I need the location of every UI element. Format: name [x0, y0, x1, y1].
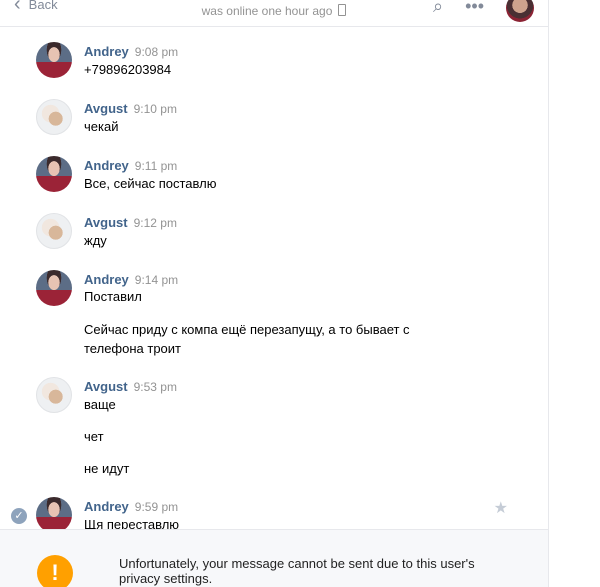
message-text: Поставил	[84, 289, 142, 304]
phone-icon	[338, 4, 347, 16]
message-text: Сейчас приду с компа ещё перезапущу, а т…	[84, 322, 410, 337]
avatar[interactable]	[36, 270, 72, 306]
author-name[interactable]: Andrey	[84, 499, 129, 514]
message-text: ваще	[84, 397, 116, 412]
message-time: 9:12 pm	[133, 216, 177, 230]
search-icon[interactable]: ⌕	[433, 0, 443, 17]
avatar[interactable]	[36, 213, 72, 249]
star-icon[interactable]: ★	[494, 498, 508, 518]
message-time: 9:08 pm	[134, 45, 179, 59]
notice-line: Unfortunately, your message cannot be se…	[119, 556, 475, 571]
header-actions: ⌕ •••	[433, 0, 534, 22]
message-text: +79896203984	[84, 62, 172, 77]
online-status-text: was online one hour ago	[201, 4, 333, 18]
privacy-notice: ! Unfortunately, your message cannot be …	[0, 529, 548, 587]
message-time: 9:11 pm	[134, 159, 178, 173]
warning-icon: !	[37, 555, 73, 587]
message-text: телефона троит	[84, 341, 181, 356]
chat-panel: ‹ Back was online one hour ago ⌕ ••• And…	[0, 0, 549, 587]
privacy-notice-text: Unfortunately, your message cannot be se…	[119, 556, 499, 586]
message-time: 9:10 pm	[133, 102, 177, 116]
author-name[interactable]: Andrey	[84, 44, 129, 59]
avatar[interactable]	[36, 156, 72, 192]
message-time: 9:14 pm	[134, 273, 179, 287]
author-name[interactable]: Avgust	[84, 379, 128, 394]
message-time: 9:53 pm	[133, 380, 177, 394]
author-name[interactable]: Andrey	[84, 272, 129, 287]
message-text: чекай	[84, 119, 119, 134]
chat-header: ‹ Back was online one hour ago ⌕ •••	[0, 0, 548, 27]
author-name[interactable]: Andrey	[84, 158, 129, 173]
avatar[interactable]	[36, 497, 72, 533]
message-text: не идут	[84, 461, 130, 476]
message-text: жду	[84, 233, 107, 248]
avatar[interactable]	[36, 99, 72, 135]
avatar[interactable]	[36, 377, 72, 413]
notice-line: privacy settings.	[119, 571, 213, 586]
message-text: чет	[84, 429, 104, 444]
author-name[interactable]: Avgust	[84, 215, 128, 230]
more-icon[interactable]: •••	[465, 0, 484, 17]
author-name[interactable]: Avgust	[84, 101, 128, 116]
check-icon[interactable]: ✓	[11, 508, 27, 524]
avatar[interactable]	[506, 0, 534, 22]
avatar[interactable]	[36, 42, 72, 78]
message-time: 9:59 pm	[134, 500, 179, 514]
message-text: Все, сейчас поставлю	[84, 176, 217, 191]
